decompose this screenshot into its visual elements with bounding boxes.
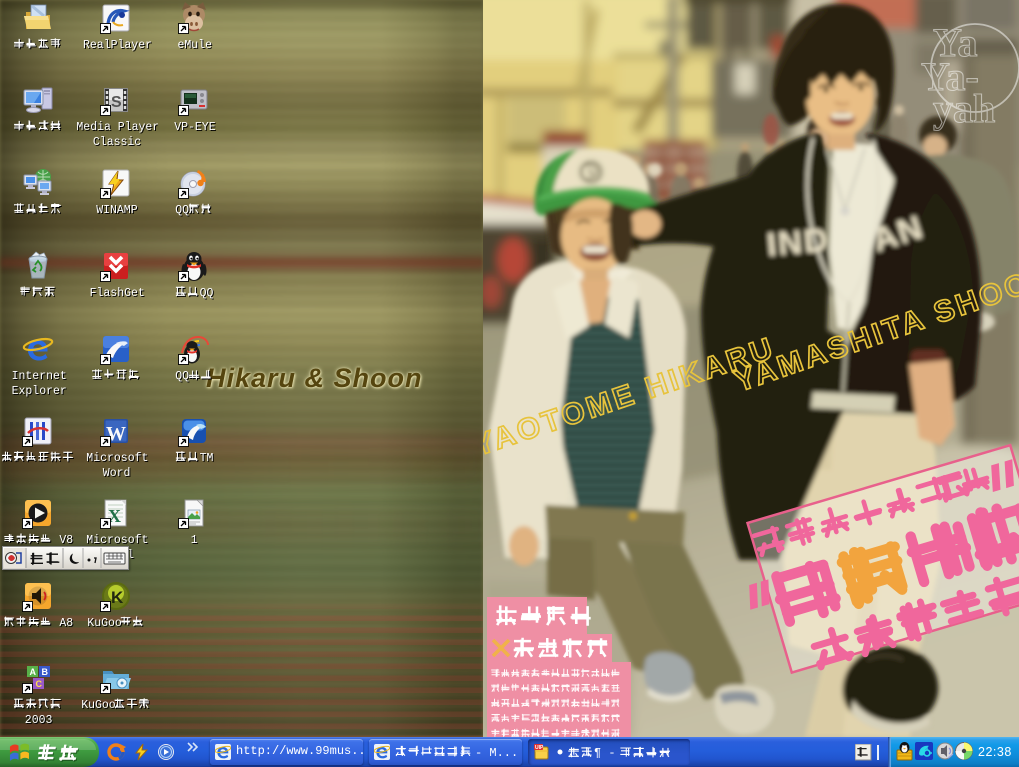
svg-text:- M...: - M... <box>475 746 518 759</box>
svg-text:Word: Word <box>103 467 131 480</box>
svg-text:RealPlayer: RealPlayer <box>83 39 152 52</box>
svg-text:QQ: QQ <box>200 287 214 300</box>
svg-text:UIP: UIP <box>535 745 544 751</box>
svg-text:¶ -: ¶ - <box>594 746 616 759</box>
svg-text:Media Player: Media Player <box>76 121 158 134</box>
svg-text:A: A <box>30 667 37 677</box>
svg-text:C: C <box>36 679 43 689</box>
svg-text:B: B <box>42 667 49 677</box>
svg-text:KuGoo: KuGoo <box>87 617 122 630</box>
svg-text:Classic: Classic <box>93 136 141 149</box>
svg-text:yah: yah <box>933 86 995 131</box>
svg-text:eMule: eMule <box>178 39 213 52</box>
svg-text:WINAMP: WINAMP <box>96 204 138 217</box>
svg-text:KuGoo: KuGoo <box>81 699 116 712</box>
svg-text:TM: TM <box>200 452 214 465</box>
svg-text:1: 1 <box>191 534 198 547</box>
svg-text:VP-EYE: VP-EYE <box>174 121 216 134</box>
svg-text:2003: 2003 <box>25 714 53 727</box>
svg-text:Microsoft: Microsoft <box>86 452 148 465</box>
svg-text:A8: A8 <box>53 617 74 630</box>
svg-text:QQ: QQ <box>175 204 189 217</box>
svg-text:S: S <box>111 94 122 111</box>
svg-text:Explorer: Explorer <box>12 385 67 398</box>
svg-text:QQ: QQ <box>175 370 189 383</box>
svg-text:Internet: Internet <box>12 370 67 383</box>
svg-text:FlashGet: FlashGet <box>90 287 145 300</box>
svg-text:K: K <box>111 588 124 607</box>
